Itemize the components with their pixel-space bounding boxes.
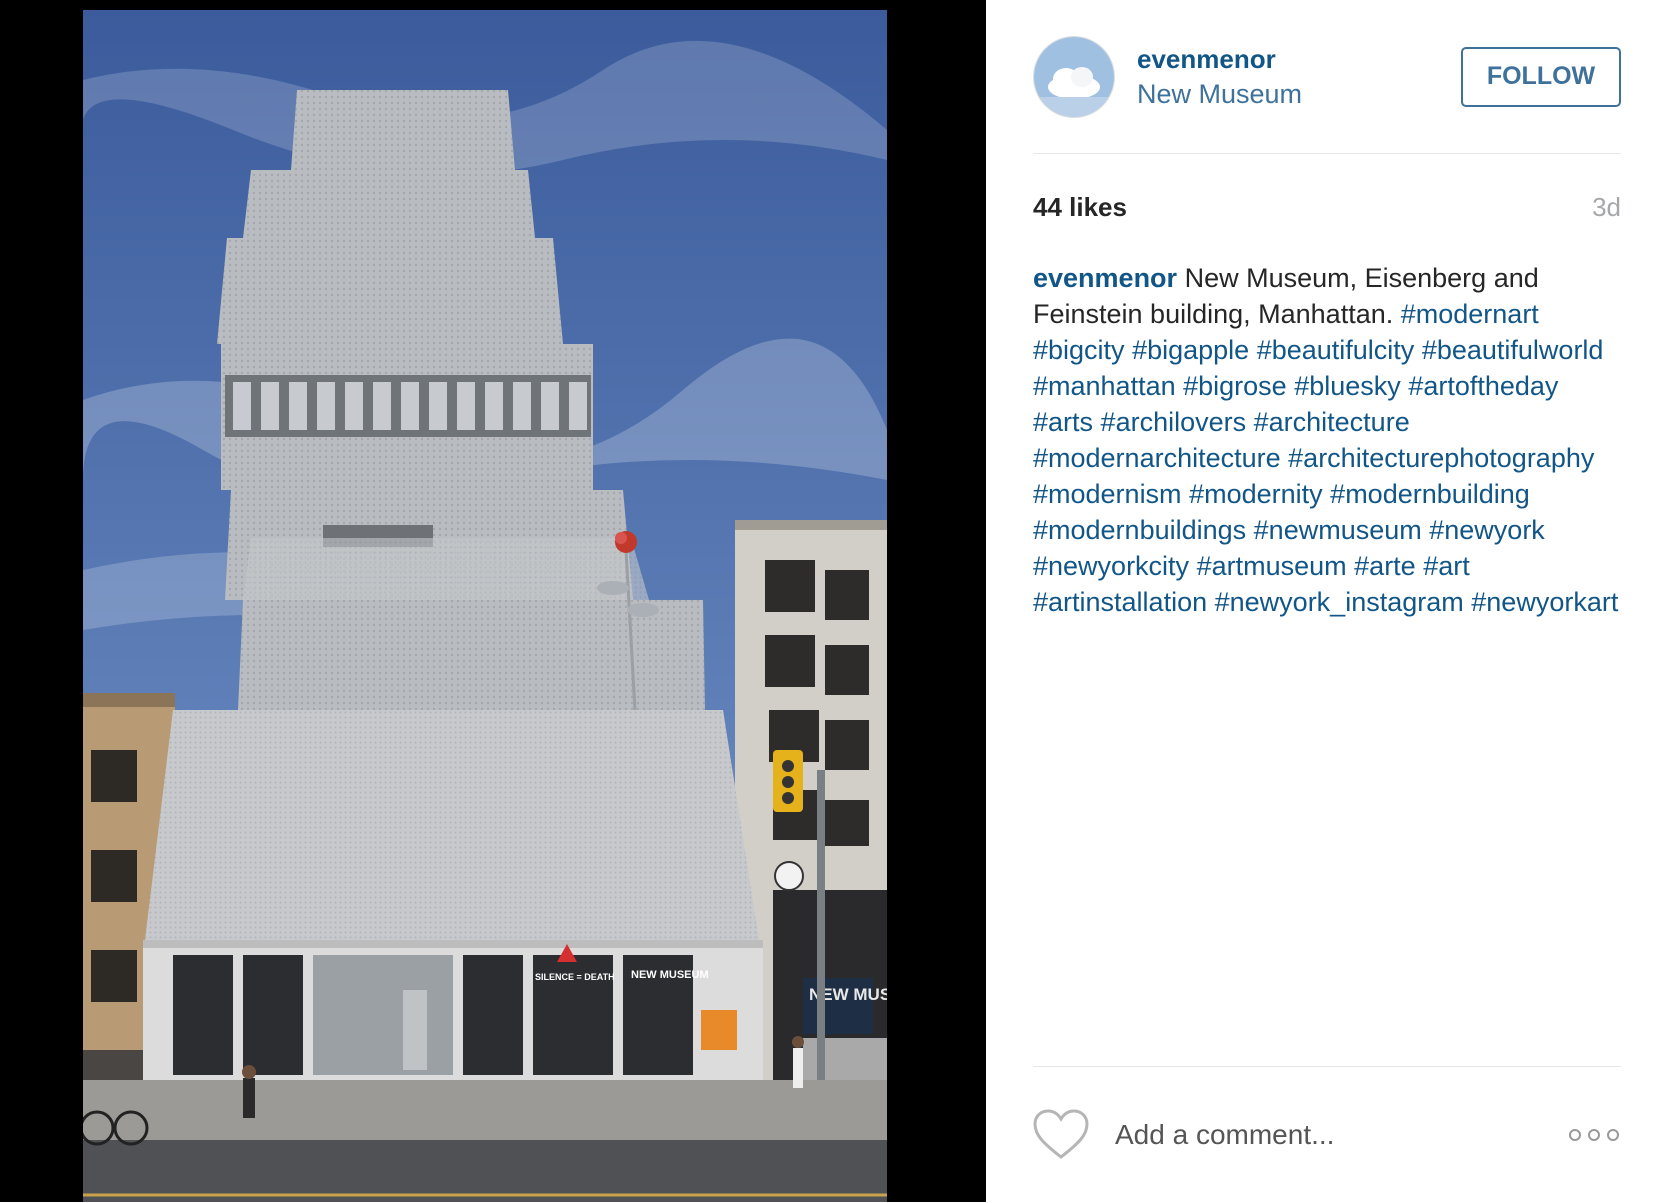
hashtag-link[interactable]: #beautifulcity xyxy=(1257,335,1415,365)
hashtag-link[interactable]: #bigrose xyxy=(1183,371,1287,401)
hashtag-link[interactable]: #beautifulworld xyxy=(1422,335,1604,365)
avatar-image xyxy=(1034,36,1114,117)
avatar[interactable] xyxy=(1033,35,1115,118)
post-caption: evenmenor New Museum, Eisenberg and Fein… xyxy=(1033,260,1621,620)
hashtag-link[interactable]: #artinstallation xyxy=(1033,587,1207,617)
hashtag-link[interactable]: #arte xyxy=(1354,551,1416,581)
hashtag-link[interactable]: #newyorkcity xyxy=(1033,551,1189,581)
location-link[interactable]: New Museum xyxy=(1137,79,1461,110)
hashtag-link[interactable]: #manhattan xyxy=(1033,371,1176,401)
hashtag-link[interactable]: #artoftheday xyxy=(1408,371,1558,401)
heart-icon[interactable] xyxy=(1033,1109,1089,1161)
caption-author-link[interactable]: evenmenor xyxy=(1033,263,1177,293)
hashtag-link[interactable]: #bluesky xyxy=(1294,371,1401,401)
author-username-link[interactable]: evenmenor xyxy=(1137,44,1461,75)
comment-input[interactable] xyxy=(1113,1118,1567,1152)
hashtag-link[interactable]: #modernism xyxy=(1033,479,1182,509)
hashtag-link[interactable]: #newyorkart xyxy=(1471,587,1618,617)
post-photo[interactable]: NEW MUSEUM xyxy=(83,10,887,1202)
post-time[interactable]: 3d xyxy=(1592,192,1621,223)
hashtag-link[interactable]: #arts xyxy=(1033,407,1093,437)
hashtag-link[interactable]: #modernity xyxy=(1189,479,1323,509)
author-info: evenmenor New Museum xyxy=(1137,44,1461,110)
hashtag-link[interactable]: #architecture xyxy=(1254,407,1410,437)
hashtag-link[interactable]: #newmuseum xyxy=(1254,515,1422,545)
hashtag-link[interactable]: #artmuseum xyxy=(1197,551,1347,581)
hashtag-link[interactable]: #archilovers xyxy=(1101,407,1247,437)
museum-sign-text: NEW MUSEUM xyxy=(631,969,709,981)
banner-text: SILENCE = DEATH xyxy=(535,972,615,982)
hashtag-link[interactable]: #newyork xyxy=(1429,515,1545,545)
hashtag-link[interactable]: #bigapple xyxy=(1132,335,1249,365)
hashtag-link[interactable]: #modernart xyxy=(1401,299,1539,329)
more-options-icon[interactable] xyxy=(1567,1125,1621,1145)
hashtag-link[interactable]: #newyork_instagram xyxy=(1215,587,1464,617)
post-sidebar: evenmenor New Museum FOLLOW 44 likes 3d … xyxy=(986,0,1656,1202)
comment-bar xyxy=(1033,1066,1621,1203)
photo-panel: NEW MUSEUM xyxy=(0,0,986,1202)
follow-button[interactable]: FOLLOW xyxy=(1461,46,1621,107)
post-view: NEW MUSEUM xyxy=(0,0,1656,1202)
hashtag-link[interactable]: #architecturephotography xyxy=(1288,443,1594,473)
hashtag-link[interactable]: #modernarchitecture xyxy=(1033,443,1281,473)
hashtag-link[interactable]: #modernbuildings xyxy=(1033,515,1246,545)
likes-count[interactable]: 44 likes xyxy=(1033,192,1127,223)
post-header: evenmenor New Museum FOLLOW xyxy=(1033,0,1621,154)
caption-hashtags: #modernart #bigcity #bigapple #beautiful… xyxy=(1033,299,1618,617)
hashtag-link[interactable]: #modernbuilding xyxy=(1330,479,1530,509)
hashtag-link[interactable]: #art xyxy=(1423,551,1470,581)
post-stats: 44 likes 3d xyxy=(1033,154,1621,260)
hashtag-link[interactable]: #bigcity xyxy=(1033,335,1125,365)
